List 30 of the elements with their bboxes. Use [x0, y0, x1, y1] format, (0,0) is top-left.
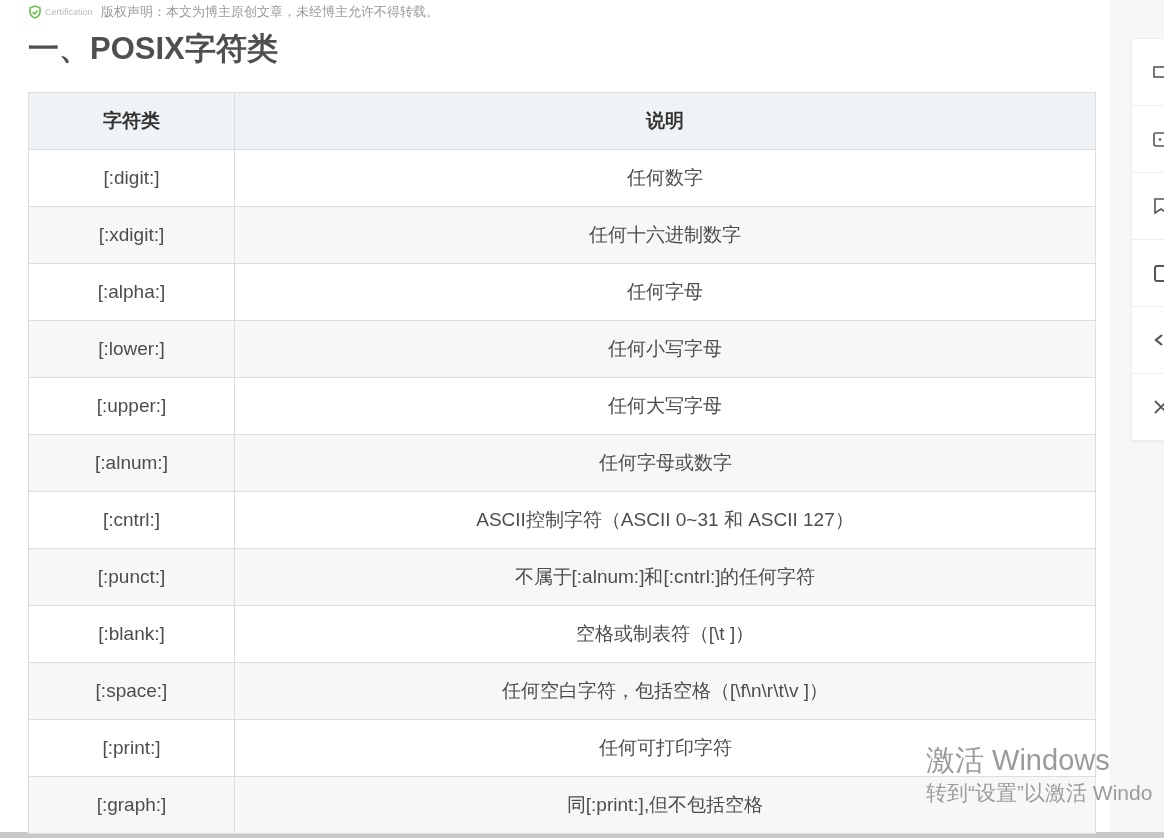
table-cell: [:alpha:]: [28, 263, 235, 321]
table-cell: 任何大写字母: [234, 377, 1096, 435]
table-cell: 任何数字: [234, 149, 1096, 207]
table-cell: [:xdigit:]: [28, 206, 235, 264]
table-cell: 任何字母: [234, 263, 1096, 321]
table-cell: [:digit:]: [28, 149, 235, 207]
table-cell: [:cntrl:]: [28, 491, 235, 549]
check-icon: [28, 5, 42, 19]
table-cell: ASCII控制字符（ASCII 0~31 和 ASCII 127）: [234, 491, 1096, 549]
table-cell: 不属于[:alnum:]和[:cntrl:]的任何字符: [234, 548, 1096, 606]
table-cell: [:blank:]: [28, 605, 235, 663]
activation-message: 转到“设置”以激活 Windo: [926, 780, 1154, 806]
table-cell: [:punct:]: [28, 548, 235, 606]
table-cell: 任何空白字符，包括空格（[\f\n\r\t\v ]）: [234, 662, 1096, 720]
column-header: 字符类: [28, 92, 235, 150]
table-cell: [:upper:]: [28, 377, 235, 435]
section-heading: 一、POSIX字符类: [28, 30, 279, 68]
table-cell: [:graph:]: [28, 776, 235, 834]
copyright-notice: 版权声明：本文为博主原创文章，未经博主允许不得转载。: [100, 3, 439, 21]
activation-title: 激活 Windows: [926, 743, 1111, 778]
table-cell: [:alnum:]: [28, 434, 235, 492]
table-cell: [:lower:]: [28, 320, 235, 378]
table-cell: 任何字母或数字: [234, 434, 1096, 492]
column-header: 说明: [234, 92, 1096, 150]
table-cell: [:space:]: [28, 662, 235, 720]
certification-label: Certification: [45, 7, 93, 17]
table-cell: [:print:]: [28, 719, 235, 777]
table-cell: 空格或制表符（[\t ]）: [234, 605, 1096, 663]
table-cell: 任何十六进制数字: [234, 206, 1096, 264]
table-cell: 任何小写字母: [234, 320, 1096, 378]
